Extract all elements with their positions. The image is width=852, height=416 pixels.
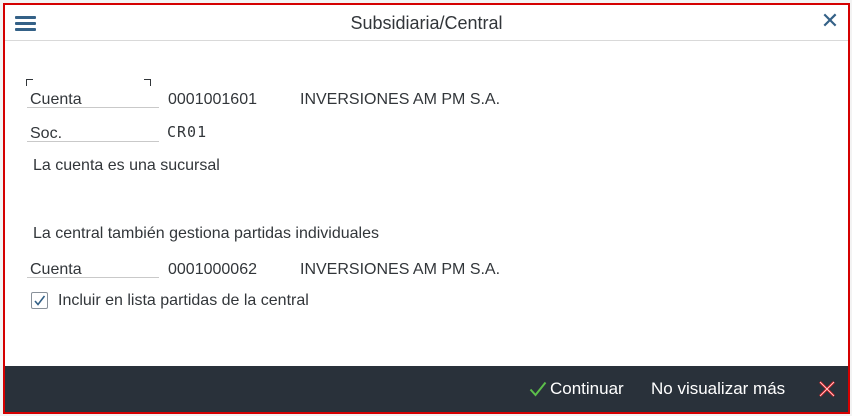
central-cuenta-label: Cuenta [27,248,159,278]
central-cuenta-name: INVERSIONES AM PM S.A. [300,261,501,278]
close-icon[interactable]: ✕ [820,10,840,32]
dialog-title: Subsidiaria/Central [350,13,503,33]
dialog-titlebar: Subsidiaria/Central ✕ [5,5,848,41]
dialog-content: Cuenta 0001001601 INVERSIONES AM PM S.A.… [5,41,848,366]
branch-message: La cuenta es una sucursal [33,157,220,174]
include-central-checkbox-label[interactable]: Incluir en lista partidas de la central [58,292,309,310]
cuenta-row: Cuenta 0001001601 INVERSIONES AM PM S.A. [26,78,547,108]
cancel-x-icon[interactable] [818,380,836,398]
dialog-footer: Continuar No visualizar más [5,366,848,412]
soc-value: CR01 [167,123,208,141]
central-cuenta-value: 0001000062 [168,261,257,278]
include-central-checkbox[interactable] [31,292,48,309]
no-show-again-button[interactable]: No visualizar más [651,366,785,412]
soc-row: Soc. CR01 [27,112,327,142]
dialog: Subsidiaria/Central ✕ Cuenta 0001001601 … [3,3,850,414]
continue-label: Continuar [550,379,624,398]
continue-button[interactable]: Continuar [529,366,624,412]
focus-indicator [26,79,151,93]
checkmark-icon [34,295,46,306]
cuenta-name: INVERSIONES AM PM S.A. [300,91,501,108]
checkmark-icon [529,381,547,397]
central-cuenta-row: Cuenta 0001000062 INVERSIONES AM PM S.A. [27,248,547,278]
soc-label: Soc. [27,112,159,142]
central-heading: La central también gestiona partidas ind… [33,225,379,242]
